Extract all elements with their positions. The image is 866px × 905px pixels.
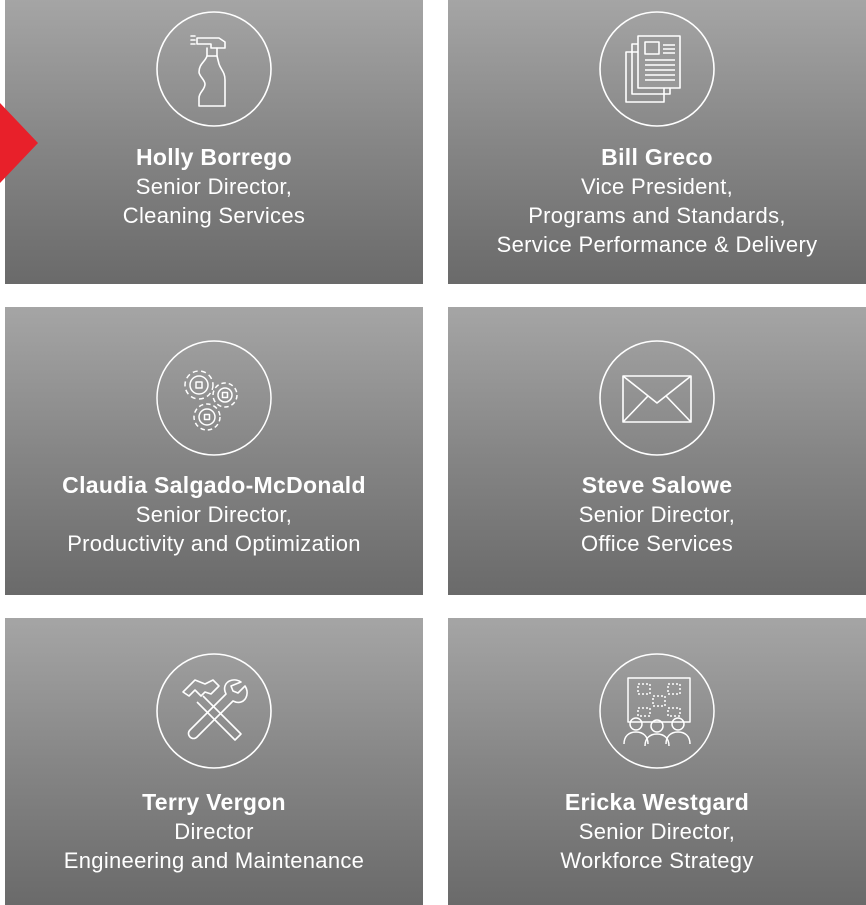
person-title-line: Service Performance & Delivery: [496, 232, 818, 257]
person-title-line: Director: [174, 819, 254, 844]
person-name: Steve Salowe: [581, 472, 733, 498]
profile-card-ericka-westgard: Ericka Westgard Senior Director, Workfor…: [448, 618, 866, 905]
person-name: Claudia Salgado-McDonald: [62, 472, 366, 498]
current-selection-indicator: [0, 0, 38, 284]
person-title-line: Senior Director,: [135, 174, 293, 199]
envelope-icon: [598, 339, 716, 457]
hammer-wrench-icon: [155, 652, 273, 770]
profile-card-claudia-salgado-mcdonald: Claudia Salgado-McDonald Senior Director…: [5, 307, 423, 595]
person-title-line: Workforce Strategy: [560, 848, 754, 873]
profile-card-holly-borrego: Holly Borrego Senior Director, Cleaning …: [5, 0, 423, 284]
person-name: Holly Borrego: [136, 144, 292, 170]
person-title-line: Productivity and Optimization: [67, 531, 361, 556]
profile-card-bill-greco: Bill Greco Vice President, Programs and …: [448, 0, 866, 284]
person-title-line: Programs and Standards,: [528, 203, 786, 228]
person-title-line: Senior Director,: [578, 819, 736, 844]
person-title-line: Senior Director,: [578, 502, 736, 527]
profile-card-terry-vergon: Terry Vergon Director Engineering and Ma…: [5, 618, 423, 905]
profile-card-steve-salowe: Steve Salowe Senior Director, Office Ser…: [448, 307, 866, 595]
person-name: Terry Vergon: [142, 789, 286, 815]
person-title-line: Senior Director,: [135, 502, 293, 527]
person-title-line: Cleaning Services: [122, 203, 306, 228]
person-title-line: Office Services: [580, 531, 734, 556]
spray-bottle-icon: [155, 10, 273, 128]
person-title-line: Engineering and Maintenance: [63, 848, 365, 873]
person-name: Ericka Westgard: [564, 789, 750, 815]
people-whiteboard-icon: [598, 652, 716, 770]
person-name: Bill Greco: [601, 144, 713, 170]
red-arrow-icon: [0, 103, 38, 183]
gears-icon: [155, 339, 273, 457]
documents-icon: [598, 10, 716, 128]
person-title-line: Vice President,: [580, 174, 734, 199]
